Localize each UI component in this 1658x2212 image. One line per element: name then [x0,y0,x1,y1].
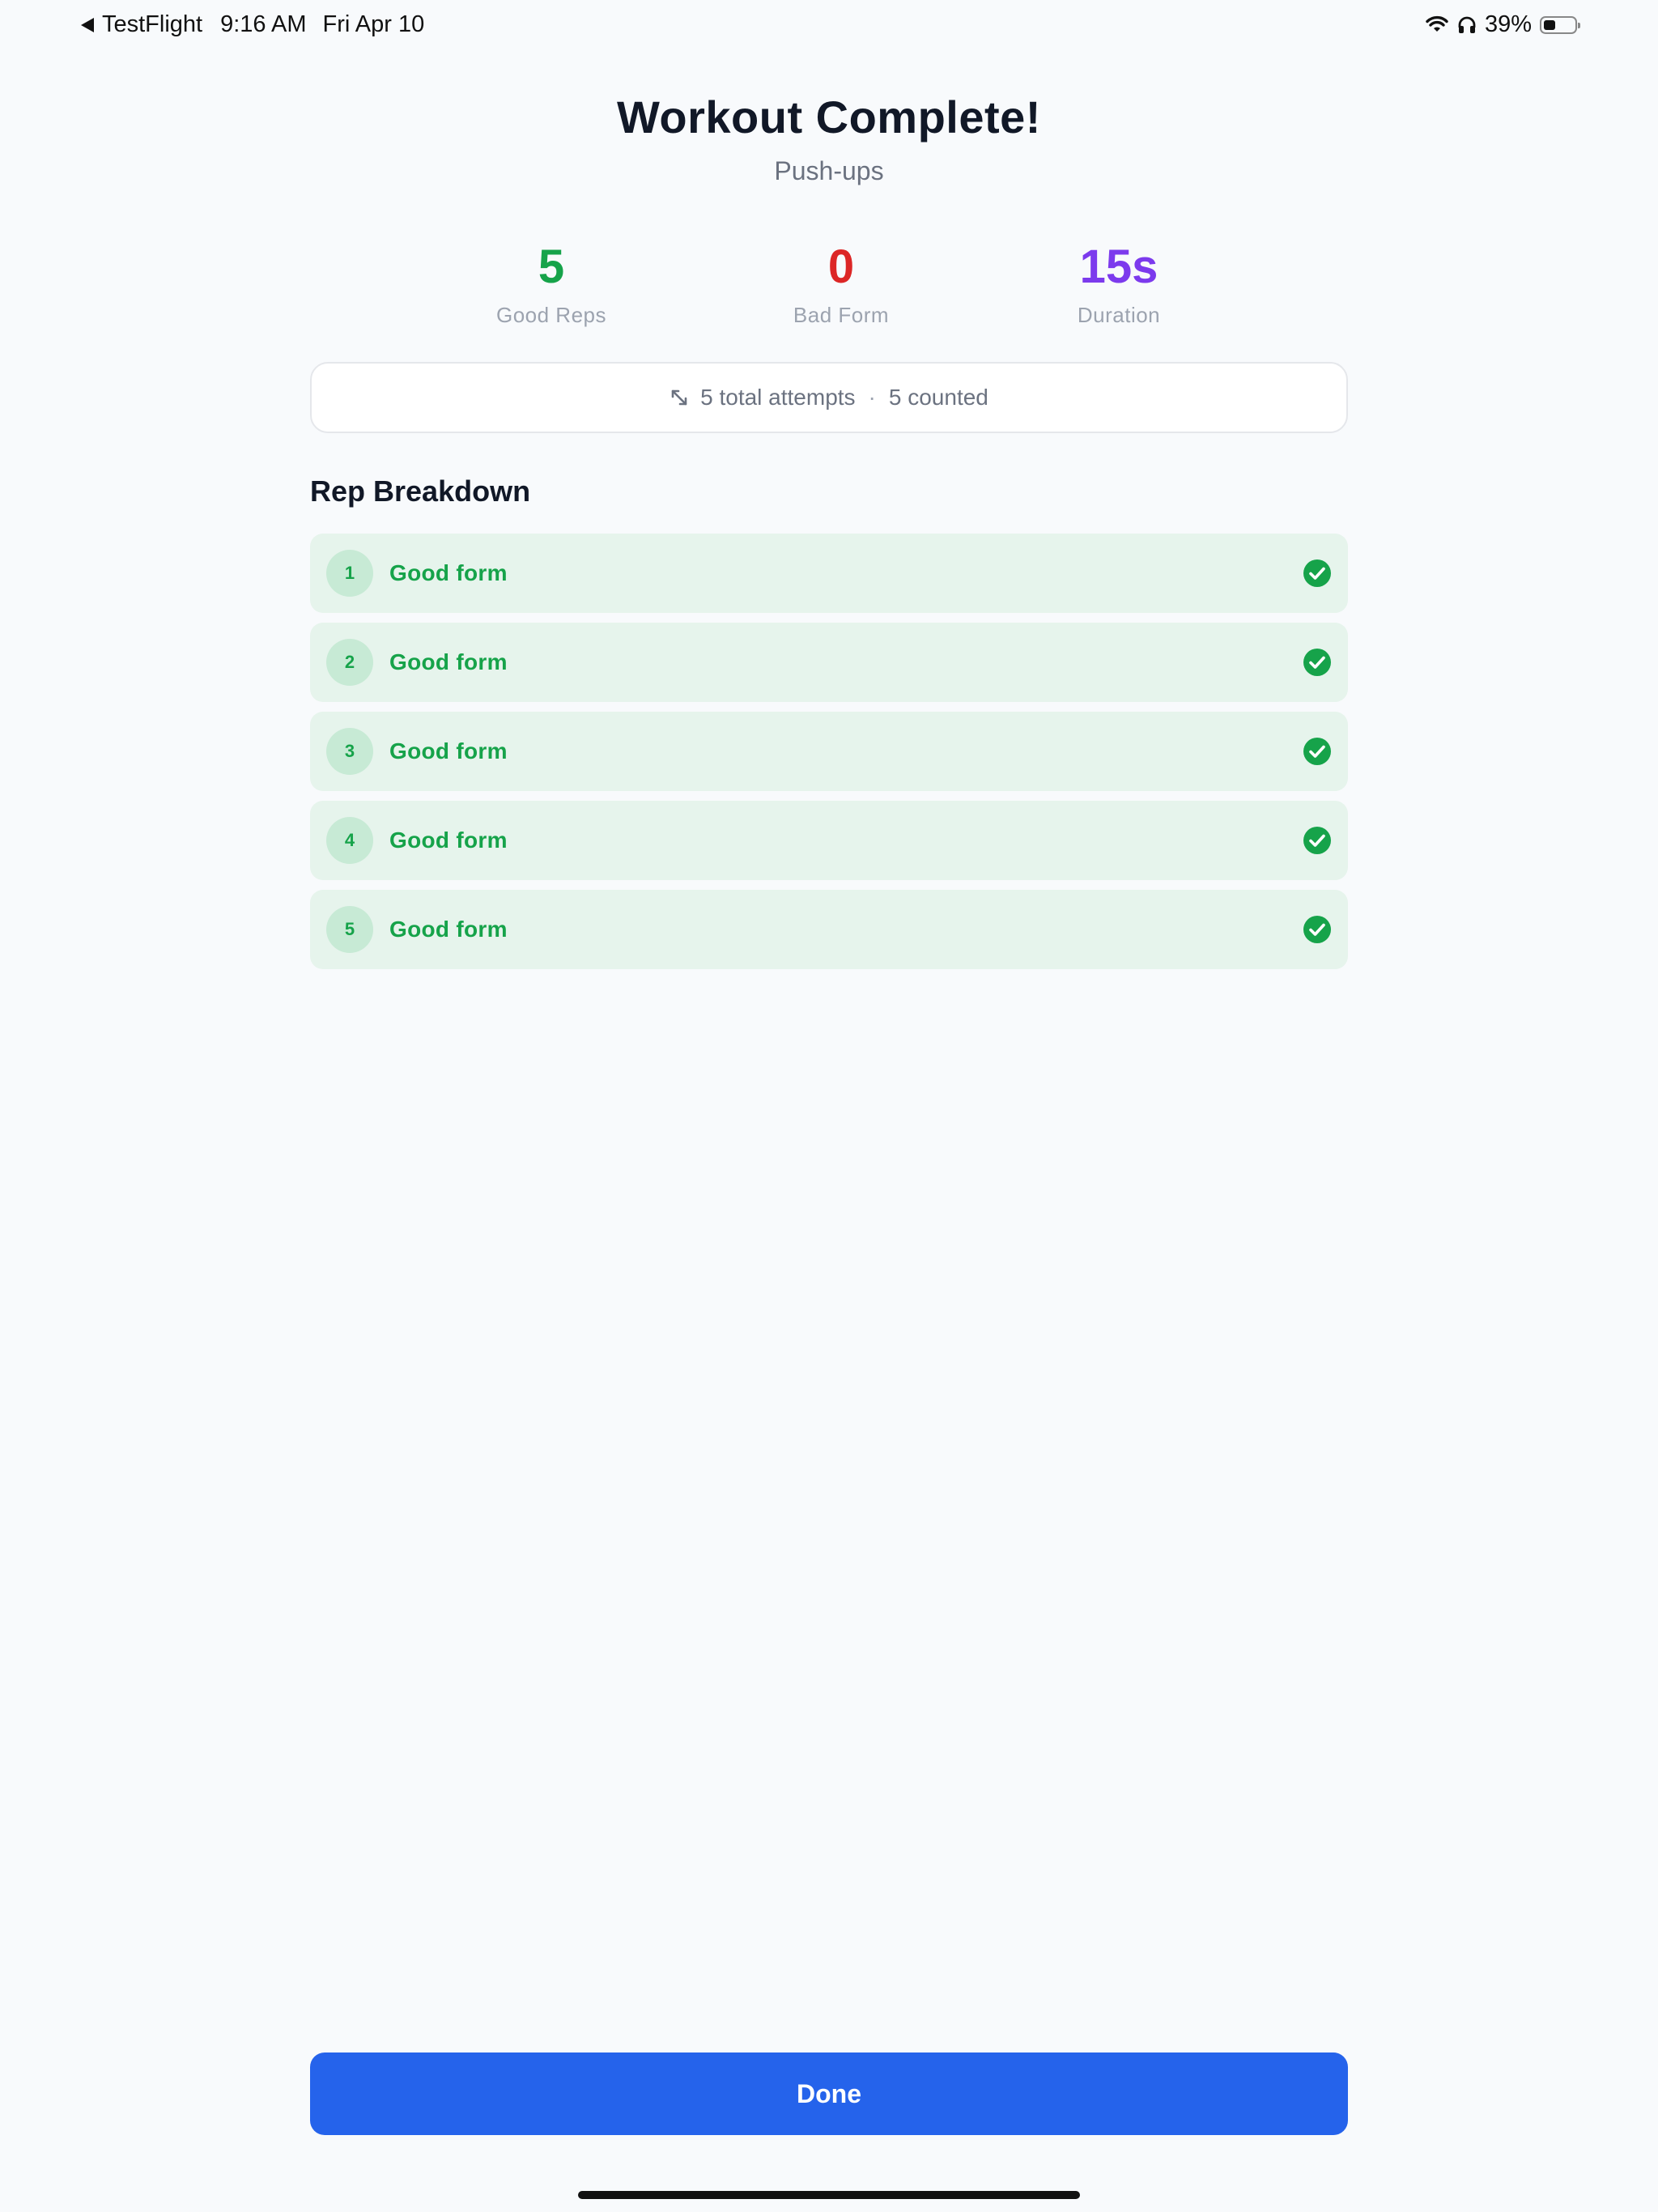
rep-row: 5 Good form [310,890,1348,969]
check-circle-icon [1303,649,1331,676]
rep-list: 1 Good form 2 Good form 3 Good form 4 Go… [310,534,1348,979]
status-bar-left[interactable]: TestFlight 9:16 AM Fri Apr 10 [81,11,424,38]
status-time: 9:16 AM [220,11,307,37]
rep-number-badge: 1 [326,550,373,597]
back-app-label[interactable]: TestFlight [102,11,202,38]
status-date: Fri Apr 10 [322,11,425,37]
total-attempts-text: 5 total attempts [700,385,856,410]
rep-number-badge: 3 [326,728,373,775]
rep-status-label: Good form [389,738,508,764]
stat-good-reps: 5 Good Reps [430,236,673,328]
back-arrow-icon[interactable] [81,17,94,32]
stat-duration: 15s Duration [997,236,1240,328]
check-circle-icon [1303,916,1331,943]
stat-label: Bad Form [793,303,890,327]
rep-row: 1 Good form [310,534,1348,613]
stat-label: Good Reps [495,303,607,327]
rep-status-label: Good form [389,560,508,585]
headphones-icon [1457,15,1477,35]
rep-status-label: Good form [389,917,508,942]
page-title: Workout Complete! [617,91,1041,143]
rep-status-label: Good form [389,827,508,853]
rep-number-badge: 4 [326,817,373,864]
separator-dot: · [868,385,876,410]
stat-bad-form: 0 Bad Form [720,236,963,328]
rep-status-label: Good form [389,649,508,674]
stat-label: Duration [1077,303,1161,327]
check-circle-icon [1303,827,1331,854]
arrows-diagonal-icon [670,388,689,407]
attempts-summary: 5 total attempts · 5 counted [310,362,1348,433]
counted-text: 5 counted [888,385,988,410]
done-button[interactable]: Done [310,2052,1348,2135]
battery-icon [1540,15,1580,34]
rep-row: 2 Good form [310,623,1348,702]
rep-breakdown-title: Rep Breakdown [310,474,531,508]
wifi-icon [1425,15,1449,35]
status-bar-right: 39% [1425,11,1580,38]
rep-number-badge: 5 [326,906,373,953]
battery-percent: 39% [1484,11,1532,37]
stat-value: 15s [1079,240,1158,293]
battery-level-fill [1544,19,1555,30]
check-circle-icon [1303,738,1331,765]
home-indicator[interactable] [578,2191,1080,2199]
rep-row: 4 Good form [310,801,1348,880]
stat-value: 5 [538,240,565,293]
stat-value: 0 [827,240,855,293]
status-bar: TestFlight 9:16 AM Fri Apr 10 39% [0,0,1658,52]
exercise-name: Push-ups [774,156,884,185]
rep-row: 3 Good form [310,712,1348,791]
rep-number-badge: 2 [326,639,373,686]
check-circle-icon [1303,559,1331,587]
